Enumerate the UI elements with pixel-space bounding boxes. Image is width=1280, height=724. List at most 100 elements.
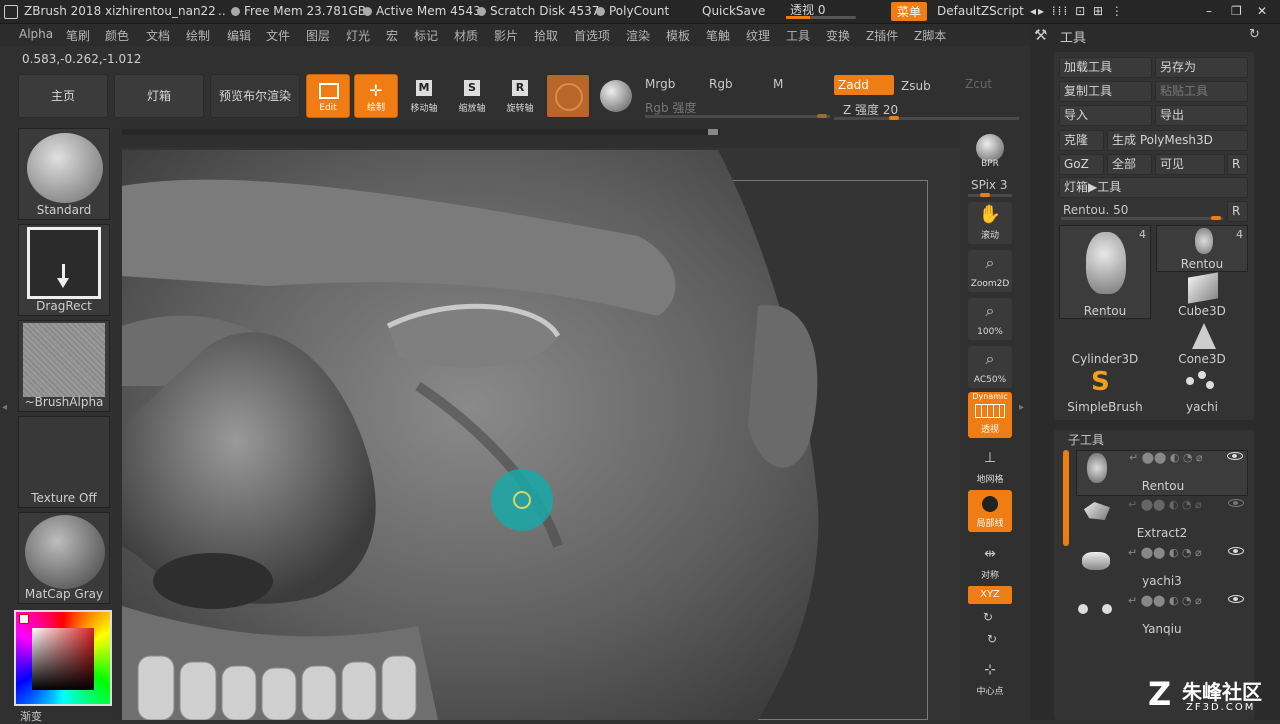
zoom-100-button[interactable]: ⌕ 100% [968,298,1012,340]
minimize-icon[interactable]: – [1206,4,1212,18]
menu-item-15[interactable]: 渲染 [626,27,650,44]
bpr-preview-button[interactable]: 预览布尔渲染 [210,74,300,118]
menu-item-2[interactable]: 颜色 [105,27,129,44]
subtool-row-rentou[interactable]: ↵ ⬤⬤ ◐ ◔ ⌀ Rentou [1076,450,1248,496]
tool-thumb-cylinder3d[interactable]: Cylinder3D [1059,319,1151,366]
copy-tool-button[interactable]: 复制工具 [1059,81,1152,102]
tool-thumb-cone3d[interactable]: Cone3D [1156,319,1248,366]
visibility-eye-icon[interactable] [1227,452,1243,460]
menu-item-9[interactable]: 宏 [386,27,398,44]
rotate-y-icon[interactable]: ↻ [983,610,993,624]
subtool-toggles[interactable]: ↵ ⬤⬤ ◐ ◔ ⌀ [1129,451,1203,464]
load-tool-button[interactable]: 加载工具 [1059,57,1152,78]
menu-item-8[interactable]: 灯光 [346,27,370,44]
scale-button[interactable]: S 缩放轴 [450,74,494,118]
menu-item-4[interactable]: 绘制 [186,27,210,44]
panel-refresh-icon[interactable]: ↻ [1249,27,1260,42]
zsub-button[interactable]: Zsub [901,79,931,93]
menu-item-20[interactable]: 变换 [826,27,850,44]
move-button[interactable]: M 移动轴 [402,74,446,118]
tool-thumb-rentou[interactable]: 4 Rentou [1156,225,1248,272]
rotate-z-icon[interactable]: ↻ [987,632,997,646]
menu-item-0[interactable]: Alpha [19,27,53,41]
visibility-eye-icon[interactable] [1228,595,1244,603]
menu-item-10[interactable]: 标记 [414,27,438,44]
rentou-slider[interactable] [1061,216,1223,220]
rgb-button[interactable]: Rgb [709,77,733,91]
menu-item-22[interactable]: Z脚本 [914,27,946,44]
subtool-toggles[interactable]: ↵ ⬤⬤ ◐ ◔ ⌀ [1128,498,1202,511]
menu-item-21[interactable]: Z插件 [866,27,898,44]
menu-item-16[interactable]: 模板 [666,27,690,44]
bpr-button[interactable]: BPR [968,130,1012,172]
spix-label[interactable]: SPix 3 [971,178,1007,192]
brush-selector[interactable]: Standard [18,128,110,220]
menu-item-14[interactable]: 首选项 [574,27,610,44]
rentou-r-button[interactable]: R [1227,201,1248,222]
clone-button[interactable]: 克隆 [1059,130,1104,151]
floor-button[interactable]: ⊥ 地网格 [968,446,1012,488]
color-swap-button[interactable] [594,74,638,118]
menu-item-5[interactable]: 编辑 [227,27,251,44]
texture-selector[interactable]: Texture Off [18,416,110,508]
subtool-row-yachi3[interactable]: ↵ ⬤⬤ ◐ ◔ ⌀ yachi3 [1076,546,1248,592]
save-as-button[interactable]: 另存为 [1155,57,1248,78]
alpha-selector[interactable]: ~BrushAlpha [18,320,110,412]
left-tray-toggle-icon[interactable]: ◂ [2,402,7,413]
subtool-scrollbar[interactable] [1063,450,1069,546]
goz-visible-button[interactable]: 可见 [1155,154,1225,175]
local-button[interactable]: 局部线 [968,490,1012,532]
menu-button[interactable]: 菜单 [891,2,928,21]
rotate-button[interactable]: R 旋转轴 [498,74,542,118]
close-icon[interactable]: ✕ [1257,4,1267,18]
tool-thumb-yachi[interactable]: yachi [1156,367,1248,414]
z-intensity-slider[interactable] [834,116,1019,120]
main-color-swatch[interactable] [19,614,29,624]
menu-item-17[interactable]: 笔触 [706,27,730,44]
tool-thumb-cube3d[interactable]: Cube3D [1156,271,1248,318]
menu-item-12[interactable]: 影片 [494,27,518,44]
stroke-selector[interactable]: DragRect [18,224,110,316]
paste-tool-button[interactable]: 粘贴工具 [1155,81,1248,102]
menu-item-7[interactable]: 图层 [306,27,330,44]
make-polymesh-button[interactable]: 生成 PolyMesh3D [1107,130,1248,151]
horizontal-scrollbar[interactable] [122,129,720,135]
material-sphere-button[interactable] [546,74,590,118]
scroll-button[interactable]: ✋ 滚动 [968,202,1012,244]
menu-item-6[interactable]: 文件 [266,27,290,44]
perspective-slider[interactable] [786,16,856,19]
perspective-button[interactable]: Dynamic 透视 [968,392,1012,438]
subtool-toggles[interactable]: ↵ ⬤⬤ ◐ ◔ ⌀ [1128,594,1202,607]
right-tray-toggle-icon[interactable]: ▸ [1019,402,1024,413]
menu-item-13[interactable]: 拾取 [534,27,558,44]
menu-item-11[interactable]: 材质 [454,27,478,44]
ac50-button[interactable]: ⌕ AC50% [968,346,1012,388]
m-button[interactable]: M [773,77,783,91]
canvas-viewport[interactable] [118,126,960,720]
menu-item-1[interactable]: 笔刷 [66,27,90,44]
import-button[interactable]: 导入 [1059,105,1152,126]
xyz-rotate-button[interactable]: XYZ [968,586,1012,604]
goz-all-button[interactable]: 全部 [1107,154,1152,175]
symmetry-button[interactable]: ⇹ 对称 [968,542,1012,584]
material-selector[interactable]: MatCap Gray [18,512,110,604]
home-button[interactable]: 主页 [18,74,108,118]
menu-item-3[interactable]: 文档 [146,27,170,44]
rgb-intensity-slider[interactable] [645,114,830,118]
tool-thumb-rentou-active[interactable]: 4 Rentou [1059,225,1151,319]
subtool-row-extract2[interactable]: ↵ ⬤⬤ ◐ ◔ ⌀ Extract2 [1076,498,1248,544]
lightbox-button[interactable]: 灯箱 [114,74,204,118]
restore-icon[interactable]: ❐ [1231,4,1242,18]
zadd-button[interactable]: Zadd [834,75,894,95]
menu-item-18[interactable]: 纹理 [746,27,770,44]
edit-button[interactable]: Edit [306,74,350,118]
mrgb-button[interactable]: Mrgb [645,77,675,91]
rgb-intensity-label[interactable]: Rgb 强度 [645,99,696,116]
visibility-eye-icon[interactable] [1228,499,1244,507]
lightbox-tools-button[interactable]: 灯箱▶工具 [1059,177,1248,198]
zscript-button[interactable]: DefaultZScript [937,4,1024,18]
color-picker[interactable] [14,610,112,706]
goz-button[interactable]: GoZ [1059,154,1104,175]
center-button[interactable]: ⊹ 中心点 [968,658,1012,700]
goz-r-button[interactable]: R [1227,154,1248,175]
